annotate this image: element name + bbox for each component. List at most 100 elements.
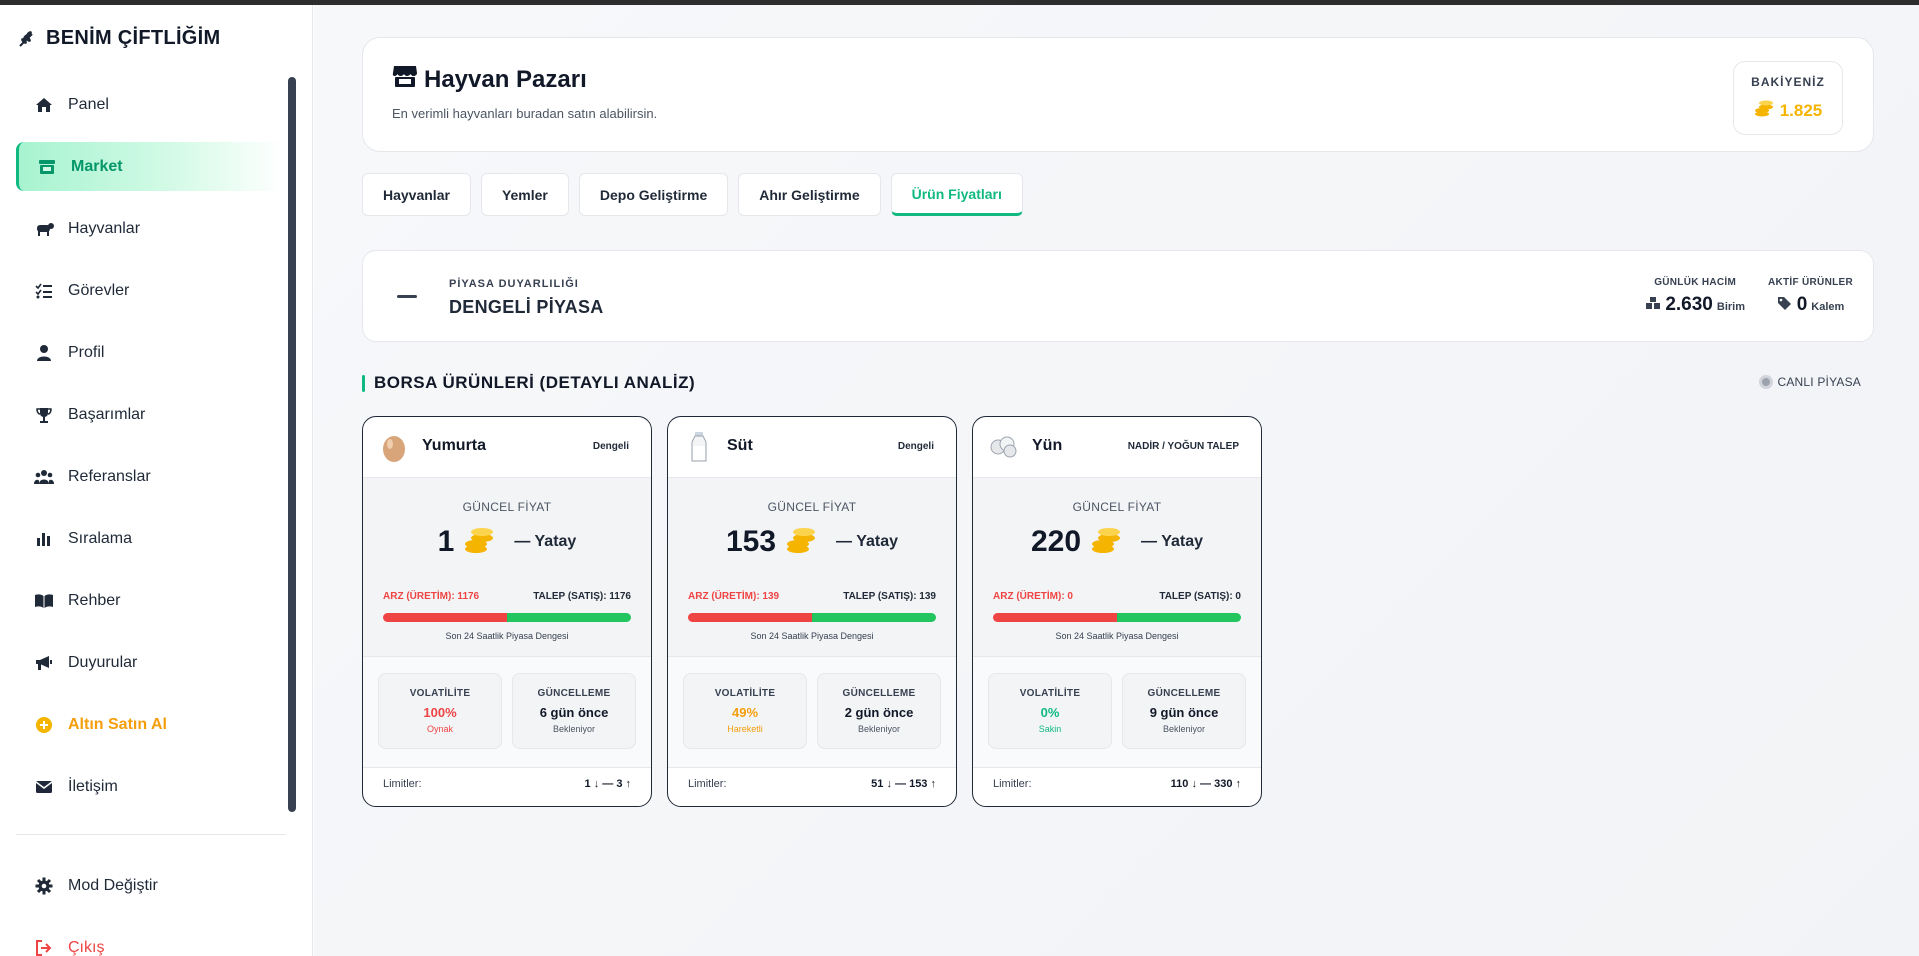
- sidebar-item-mode-switch[interactable]: Mod Değiştir: [16, 861, 284, 910]
- limits-value: 1 ↓ — 3 ↑: [584, 778, 631, 790]
- active-products-label: AKTİF ÜRÜNLER: [1767, 277, 1853, 288]
- page-title: Hayvan Pazarı: [392, 64, 587, 95]
- card-header: Yün NADİR / YOĞUN TALEP: [973, 417, 1261, 478]
- active-products: AKTİF ÜRÜNLER 0 Kalem: [1768, 277, 1853, 316]
- sidebar-item-tasks[interactable]: Görevler: [16, 266, 284, 315]
- section-title: BORSA ÜRÜNLERİ (DETAYLI ANALİZ): [362, 373, 695, 393]
- sidebar-item-panel[interactable]: Panel: [16, 80, 284, 129]
- limits-value: 51 ↓ — 153 ↑: [871, 778, 936, 790]
- sidebar-item-label: İletişim: [68, 777, 118, 795]
- sidebar-item-buy-gold[interactable]: Altın Satın Al: [16, 700, 284, 749]
- sidebar-item-contact[interactable]: İletişim: [16, 762, 284, 811]
- section-accent-bar: [362, 374, 365, 392]
- daily-volume-value-row: 2.630 Birim: [1645, 294, 1745, 316]
- volatility-value: 100%: [423, 705, 457, 720]
- update-value: 2 gün önce: [844, 705, 914, 720]
- product-card-egg[interactable]: Yumurta Dengeli GÜNCEL FİYAT 1 — Yatay A…: [362, 416, 652, 807]
- brand-title: BENİM ÇİFTLİĞİM: [46, 27, 221, 49]
- demand-fill: [812, 613, 936, 622]
- product-name: Süt: [727, 437, 753, 454]
- demand-fill: [1117, 613, 1241, 622]
- volatility-value: 0%: [1040, 705, 1060, 720]
- sidebar-item-label: Çıkış: [68, 938, 105, 956]
- sidebar-item-ranking[interactable]: Sıralama: [16, 514, 284, 563]
- main-content: Hayvan Pazarı En verimli hayvanları bura…: [314, 5, 1919, 956]
- product-card-milk[interactable]: Süt Dengeli GÜNCEL FİYAT 153 — Yatay ARZ…: [667, 416, 957, 807]
- tab-animals[interactable]: Hayvanlar: [362, 173, 471, 216]
- volatility-label: VOLATİLİTE: [409, 688, 471, 699]
- page-title-text: Hayvan Pazarı: [424, 65, 587, 93]
- demand-label: TALEP (SATIŞ): 0: [1159, 591, 1241, 602]
- limits-label: Limitler:: [383, 778, 422, 790]
- price-row: 1 — Yatay: [363, 524, 651, 559]
- book-icon: [34, 591, 54, 611]
- volatility-state: Sakin: [1038, 724, 1062, 734]
- egg-icon: [379, 431, 409, 463]
- milk-bottle-icon: [684, 431, 714, 463]
- active-products-unit: Kalem: [1811, 301, 1845, 313]
- volatility-box: VOLATİLİTE 100% Oynak: [378, 673, 502, 749]
- tab-barn-upgrade[interactable]: Ahır Geliştirme: [738, 173, 881, 216]
- tab-product-prices[interactable]: Ürün Fiyatları: [890, 173, 1023, 216]
- price-value: 1: [437, 524, 455, 558]
- volatility-state: Oynak: [426, 724, 453, 734]
- update-label: GÜNCELLEME: [537, 688, 611, 699]
- limits-label: Limitler:: [993, 778, 1032, 790]
- sidebar-item-label: Referanslar: [68, 467, 151, 485]
- price-row: 153 — Yatay: [668, 524, 956, 559]
- product-cards: Yumurta Dengeli GÜNCEL FİYAT 1 — Yatay A…: [362, 416, 1262, 807]
- live-dot-icon: [1759, 375, 1774, 389]
- chart-bar-icon: [34, 529, 54, 549]
- balance-amount: 1.825: [1779, 100, 1823, 120]
- cow-icon: [34, 219, 54, 239]
- supply-fill: [993, 613, 1117, 622]
- users-icon: [34, 467, 54, 487]
- wheat-icon: [16, 28, 38, 50]
- sidebar-item-animals[interactable]: Hayvanlar: [16, 204, 284, 253]
- sidebar-item-market[interactable]: Market: [16, 142, 284, 191]
- update-box: GÜNCELLEME 6 gün önce Bekleniyor: [512, 673, 636, 749]
- store-icon: [392, 64, 418, 95]
- sidebar-item-guide[interactable]: Rehber: [16, 576, 284, 625]
- update-label: GÜNCELLEME: [842, 688, 916, 699]
- card-metrics: VOLATİLİTE 100% Oynak GÜNCELLEME 6 gün ö…: [363, 656, 651, 768]
- brand[interactable]: BENİM ÇİFTLİĞİM: [16, 27, 220, 50]
- card-metrics: VOLATİLİTE 0% Sakin GÜNCELLEME 9 gün önc…: [973, 656, 1261, 768]
- sidebar-item-achievements[interactable]: Başarımlar: [16, 390, 284, 439]
- sidebar-item-label: Profil: [68, 343, 105, 361]
- sidebar-item-announcements[interactable]: Duyurular: [16, 638, 284, 687]
- price-trend: — Yatay: [514, 532, 577, 550]
- envelope-icon: [34, 777, 54, 797]
- balance-value: 1.825: [1734, 99, 1842, 122]
- balance-box: BAKİYENİZ 1.825: [1733, 61, 1843, 135]
- price-label: GÜNCEL FİYAT: [1072, 500, 1162, 514]
- gear-icon: [34, 876, 54, 896]
- tab-storage-upgrade[interactable]: Depo Geliştirme: [578, 173, 729, 216]
- active-products-value: 0: [1796, 294, 1808, 315]
- sidebar-item-label: Mod Değiştir: [68, 876, 158, 894]
- balance-caption: Son 24 Saatlik Piyasa Dengesi: [445, 631, 569, 641]
- balance-label: BAKİYENİZ: [1751, 75, 1825, 89]
- sidebar-item-referrals[interactable]: Referanslar: [16, 452, 284, 501]
- sentiment-value: DENGELİ PİYASA: [449, 297, 604, 317]
- coin-plus-icon: [34, 715, 54, 735]
- sidebar-item-label: Hayvanlar: [68, 219, 141, 237]
- demand-fill: [507, 613, 631, 622]
- sidebar-scrollbar[interactable]: [288, 77, 296, 812]
- volatility-box: VOLATİLİTE 49% Hareketli: [683, 673, 807, 749]
- sidebar-item-logout[interactable]: Çıkış: [16, 923, 284, 956]
- price-row: 220 — Yatay: [973, 524, 1261, 559]
- sidebar-item-profile[interactable]: Profil: [16, 328, 284, 377]
- supply-fill: [688, 613, 812, 622]
- supply-fill: [383, 613, 507, 622]
- active-products-value-row: 0 Kalem: [1768, 294, 1853, 316]
- sidebar-nav: Panel Market Hayvanlar Görevler Profil B…: [16, 80, 284, 824]
- store-icon: [37, 157, 57, 177]
- product-card-wool[interactable]: Yün NADİR / YOĞUN TALEP GÜNCEL FİYAT 220…: [972, 416, 1262, 807]
- update-value: 9 gün önce: [1149, 705, 1219, 720]
- sidebar-item-label: Panel: [68, 95, 109, 113]
- sidebar-item-label: Başarımlar: [68, 405, 146, 423]
- tab-feeds[interactable]: Yemler: [480, 173, 569, 216]
- price-trend: — Yatay: [836, 532, 899, 550]
- sidebar: BENİM ÇİFTLİĞİM Panel Market Hayvanlar G…: [0, 5, 313, 956]
